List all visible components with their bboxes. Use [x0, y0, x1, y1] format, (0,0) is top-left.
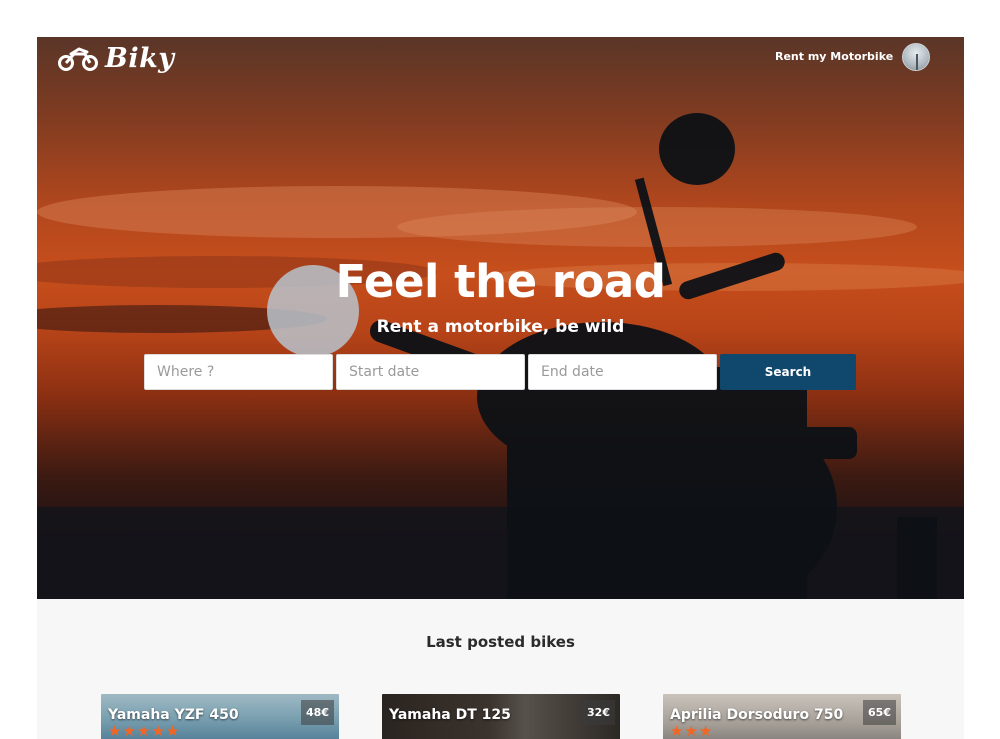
star-icon: ★	[684, 722, 698, 739]
bike-name: Aprilia Dorsoduro 750	[670, 707, 844, 723]
rating-stars: ★ ★ ★ ★ ★	[108, 724, 179, 739]
bike-price: 32€	[582, 700, 615, 725]
star-icon: ★	[136, 722, 151, 739]
where-input[interactable]	[144, 354, 333, 390]
brand-name: Biky	[105, 43, 175, 74]
bike-price: 65€	[863, 700, 896, 725]
star-icon: ★	[165, 722, 180, 739]
rating-stars: ★ ★ ★	[670, 724, 712, 739]
bike-name: Yamaha DT 125	[389, 707, 511, 723]
star-icon: ★	[670, 722, 684, 739]
end-date-input[interactable]	[528, 354, 717, 390]
motorbike-icon	[58, 46, 98, 71]
section-title: Last posted bikes	[426, 633, 575, 651]
star-icon: ★	[108, 722, 122, 739]
bike-price: 48€	[301, 700, 334, 725]
hero-subtitle: Rent a motorbike, be wild	[376, 317, 625, 337]
bike-card[interactable]: Yamaha DT 125 32€	[382, 694, 620, 739]
bike-card[interactable]: Aprilia Dorsoduro 750 65€ ★ ★ ★	[663, 694, 901, 739]
user-avatar[interactable]	[902, 43, 930, 71]
bike-card[interactable]: Yamaha YZF 450 48€ ★ ★ ★ ★ ★	[101, 694, 339, 739]
star-icon: ★	[122, 722, 136, 739]
start-date-input[interactable]	[336, 354, 525, 390]
bike-name: Yamaha YZF 450	[108, 707, 239, 723]
hero-title: Feel the road	[335, 255, 666, 308]
hero-section: Biky Rent my Motorbike Feel the road Ren…	[37, 37, 964, 599]
brand-logo[interactable]: Biky	[57, 43, 174, 74]
page-frame: Biky Rent my Motorbike Feel the road Ren…	[37, 37, 964, 739]
star-icon: ★	[151, 722, 165, 739]
search-button[interactable]: Search	[720, 354, 856, 390]
rent-my-motorbike-link[interactable]: Rent my Motorbike	[775, 50, 893, 63]
star-icon: ★	[698, 722, 713, 739]
search-form: Search	[144, 354, 856, 390]
